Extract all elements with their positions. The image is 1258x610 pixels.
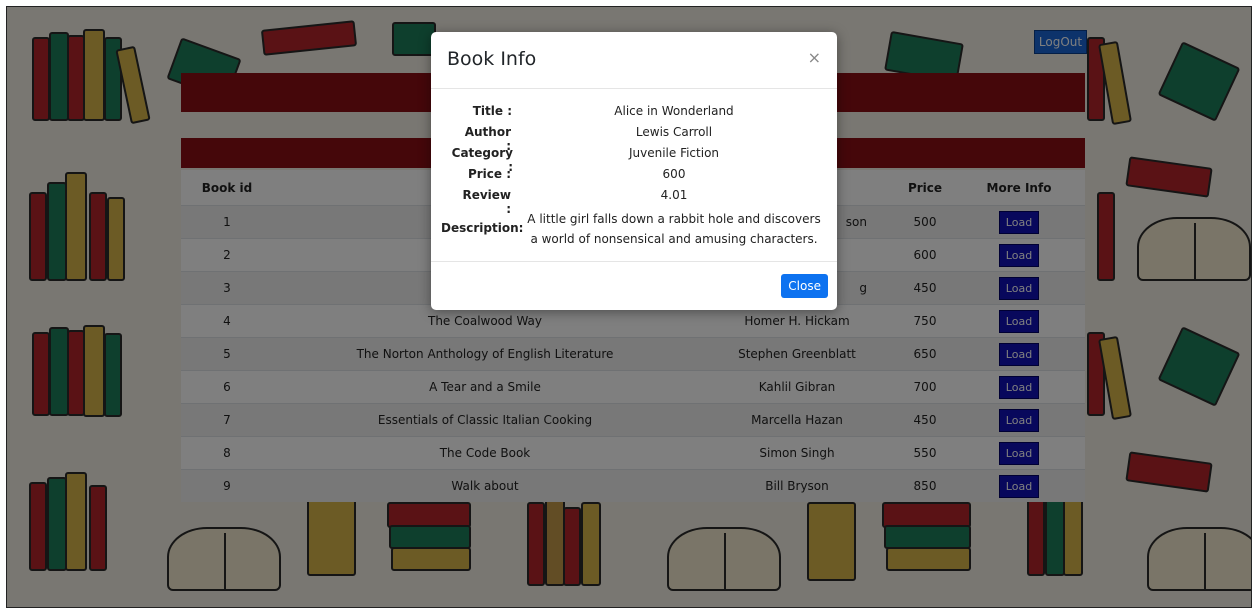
review-label: Review : [462,188,511,216]
title-value: Alice in Wonderland [614,104,734,118]
title-label: Title : [472,104,512,118]
book-info-modal: Book Info × Title : Alice in Wonderland … [431,32,837,310]
modal-body: Title : Alice in Wonderland Author : Lew… [431,89,837,262]
author-value: Lewis Carroll [635,125,713,139]
close-icon[interactable]: × [808,48,821,67]
modal-footer: Close [431,262,837,310]
price-value: 600 [662,167,686,181]
modal-header: Book Info × [431,32,837,89]
page-frame: LogOut Book id Price More Info 1 son 500 [6,6,1252,608]
close-button[interactable]: Close [781,274,828,298]
category-value: Juvenile Fiction [628,146,720,160]
price-label: Price : [467,167,511,181]
description-label: Description: [441,221,524,235]
description-value: A little girl falls down a rabbit hole a… [527,212,821,246]
modal-title: Book Info [447,48,537,70]
review-value: 4.01 [660,188,688,202]
